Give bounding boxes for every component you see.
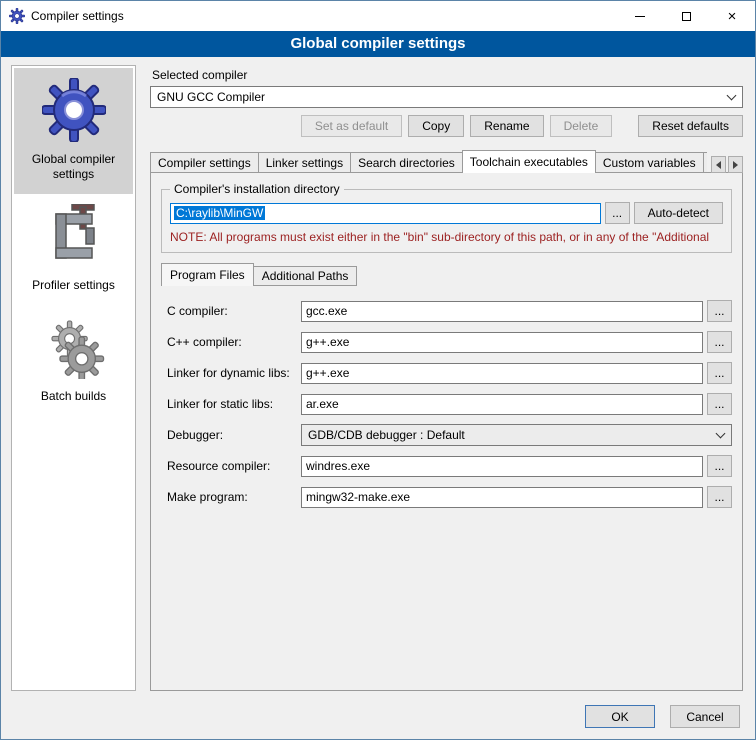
tab-build-options[interactable]: Build options	[703, 152, 707, 173]
linker-dynamic-input[interactable]	[301, 363, 703, 384]
subtab-program-files[interactable]: Program Files	[161, 263, 254, 286]
bin-subdirectory-note: NOTE: All programs must exist either in …	[170, 230, 723, 244]
close-icon: ×	[728, 9, 737, 24]
installation-directory-group: Compiler's installation directory C:\ray…	[161, 182, 732, 253]
set-as-default-button[interactable]: Set as default	[301, 115, 402, 137]
auto-detect-button[interactable]: Auto-detect	[634, 202, 723, 224]
c-compiler-row: C compiler: ...	[167, 300, 732, 322]
settings-sidebar: Global compiler settings Profiler settin…	[11, 65, 136, 691]
window-title: Compiler settings	[31, 9, 124, 23]
toolchain-subtabs: Program Files Additional Paths	[161, 263, 732, 286]
app-gear-icon	[9, 8, 25, 24]
arrow-right-icon	[733, 161, 738, 169]
installation-directory-legend: Compiler's installation directory	[170, 182, 344, 196]
linker-dynamic-label: Linker for dynamic libs:	[167, 366, 301, 380]
tab-scroll-right-button[interactable]	[728, 156, 743, 173]
compiler-settings-window: Compiler settings × Global compiler sett…	[0, 0, 756, 740]
cpp-compiler-row: C++ compiler: ...	[167, 331, 732, 353]
tab-linker-settings[interactable]: Linker settings	[258, 152, 351, 173]
tab-search-directories[interactable]: Search directories	[350, 152, 463, 173]
debugger-row: Debugger: GDB/CDB debugger : Default	[167, 424, 732, 446]
installation-directory-browse-button[interactable]: ...	[605, 202, 630, 224]
make-program-browse-button[interactable]: ...	[707, 486, 732, 508]
debugger-select-value: GDB/CDB debugger : Default	[308, 428, 465, 442]
toolchain-executables-page: Compiler's installation directory C:\ray…	[150, 172, 743, 691]
installation-directory-input[interactable]: C:\raylib\MinGW	[170, 203, 601, 224]
main-panel: Selected compiler GNU GCC Compiler Set a…	[146, 65, 745, 691]
dialog-footer: OK Cancel	[1, 695, 755, 739]
close-button[interactable]: ×	[709, 1, 755, 31]
cpp-compiler-label: C++ compiler:	[167, 335, 301, 349]
tab-scroll-left-button[interactable]	[711, 156, 726, 173]
sidebar-item-profiler-settings[interactable]: Profiler settings	[14, 194, 133, 305]
sidebar-item-global-compiler-settings[interactable]: Global compiler settings	[14, 68, 133, 194]
make-program-label: Make program:	[167, 490, 301, 504]
c-compiler-input[interactable]	[301, 301, 703, 322]
settings-tabstrip: Compiler settings Linker settings Search…	[150, 150, 743, 173]
tab-toolchain-executables[interactable]: Toolchain executables	[462, 150, 596, 173]
resource-compiler-row: Resource compiler: ...	[167, 455, 732, 477]
minimize-button[interactable]	[617, 1, 663, 31]
reset-defaults-button[interactable]: Reset defaults	[638, 115, 743, 137]
installation-directory-row: C:\raylib\MinGW ... Auto-detect	[170, 202, 723, 224]
delete-button[interactable]: Delete	[550, 115, 613, 137]
debugger-label: Debugger:	[167, 428, 301, 442]
make-program-input[interactable]	[301, 487, 703, 508]
sidebar-item-label: Profiler settings	[32, 278, 115, 293]
titlebar: Compiler settings ×	[1, 1, 755, 31]
resource-compiler-input[interactable]	[301, 456, 703, 477]
selected-compiler-label: Selected compiler	[152, 68, 743, 82]
sidebar-item-label: Batch builds	[41, 389, 106, 404]
cancel-button[interactable]: Cancel	[670, 705, 740, 728]
linker-static-label: Linker for static libs:	[167, 397, 301, 411]
cpp-compiler-browse-button[interactable]: ...	[707, 331, 732, 353]
profiler-tool-icon	[42, 204, 106, 268]
sidebar-item-label: Global compiler settings	[18, 152, 129, 182]
tab-custom-variables[interactable]: Custom variables	[595, 152, 704, 173]
rename-button[interactable]: Rename	[470, 115, 543, 137]
tabs-scroll-area: Compiler settings Linker settings Search…	[150, 150, 707, 173]
copy-button[interactable]: Copy	[408, 115, 464, 137]
chevron-down-icon	[716, 428, 726, 438]
linker-dynamic-browse-button[interactable]: ...	[707, 362, 732, 384]
gray-gears-icon	[42, 315, 106, 379]
resource-compiler-label: Resource compiler:	[167, 459, 301, 473]
compiler-select-value: GNU GCC Compiler	[157, 90, 265, 104]
cpp-compiler-input[interactable]	[301, 332, 703, 353]
arrow-left-icon	[716, 161, 721, 169]
maximize-icon	[682, 12, 691, 21]
maximize-button[interactable]	[663, 1, 709, 31]
dialog-header: Global compiler settings	[1, 31, 755, 57]
resource-compiler-browse-button[interactable]: ...	[707, 455, 732, 477]
window-controls: ×	[617, 1, 755, 31]
debugger-select[interactable]: GDB/CDB debugger : Default	[301, 424, 732, 446]
compiler-buttons: Set as default Copy Rename Delete Reset …	[150, 115, 743, 137]
linker-static-input[interactable]	[301, 394, 703, 415]
dialog-body: Global compiler settings Profiler settin…	[1, 57, 755, 695]
subtab-additional-paths[interactable]: Additional Paths	[253, 266, 358, 286]
c-compiler-label: C compiler:	[167, 304, 301, 318]
compiler-select[interactable]: GNU GCC Compiler	[150, 86, 743, 108]
linker-static-row: Linker for static libs: ...	[167, 393, 732, 415]
minimize-icon	[635, 16, 645, 17]
sidebar-item-batch-builds[interactable]: Batch builds	[14, 305, 133, 416]
blue-gear-icon	[42, 78, 106, 142]
program-files-fields: C compiler: ... C++ compiler: ... Linker…	[161, 300, 732, 508]
c-compiler-browse-button[interactable]: ...	[707, 300, 732, 322]
installation-directory-value: C:\raylib\MinGW	[174, 206, 265, 220]
linker-dynamic-row: Linker for dynamic libs: ...	[167, 362, 732, 384]
tab-scroll-arrows	[711, 156, 743, 173]
make-program-row: Make program: ...	[167, 486, 732, 508]
linker-static-browse-button[interactable]: ...	[707, 393, 732, 415]
chevron-down-icon	[727, 90, 737, 100]
ok-button[interactable]: OK	[585, 705, 655, 728]
tab-compiler-settings[interactable]: Compiler settings	[150, 152, 259, 173]
